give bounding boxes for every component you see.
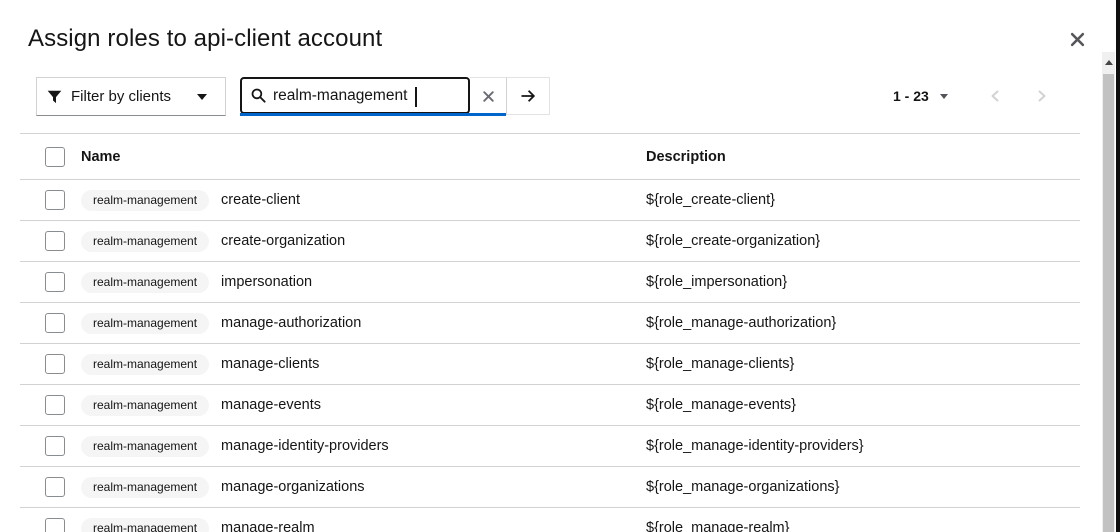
chevron-right-icon [1036,89,1048,103]
arrow-right-icon [520,88,536,104]
scroll-up-button[interactable] [1102,52,1115,72]
filter-dropdown-label: Filter by clients [71,88,172,105]
caret-down-icon [197,93,207,100]
search-submit-button[interactable] [506,77,550,115]
table-body: realm-management create-client ${role_cr… [20,180,1080,532]
assign-roles-modal: Assign roles to api-client account Filte… [0,0,1120,532]
table-row[interactable]: realm-management impersonation ${role_im… [20,262,1080,303]
table-row[interactable]: realm-management manage-authorization ${… [20,303,1080,344]
row-checkbox[interactable] [45,231,65,251]
role-name: impersonation [221,274,313,290]
role-name: manage-realm [221,520,315,532]
vertical-scrollbar[interactable] [1102,52,1115,532]
next-page-button[interactable] [1027,81,1057,111]
pagination: 1 - 23 [893,77,1057,115]
role-name: manage-events [221,397,321,413]
table-row[interactable]: realm-management manage-organizations ${… [20,467,1080,508]
role-description: ${role_create-organization} [646,233,821,249]
row-checkbox[interactable] [45,190,65,210]
select-all-checkbox[interactable] [45,146,65,167]
filter-icon [47,90,62,104]
row-checkbox[interactable] [45,436,65,456]
pagination-range-toggle[interactable]: 1 - 23 [893,88,948,104]
client-badge: realm-management [81,271,210,293]
close-button[interactable] [1062,26,1092,52]
search-input[interactable] [273,86,460,105]
row-checkbox[interactable] [45,477,65,497]
chevron-left-icon [989,89,1001,103]
table-row[interactable]: realm-management manage-events ${role_ma… [20,385,1080,426]
table-row[interactable]: realm-management manage-clients ${role_m… [20,344,1080,385]
role-description: ${role_manage-identity-providers} [646,438,864,454]
row-checkbox[interactable] [45,354,65,374]
column-header-description: Description [646,148,726,165]
search-input-box [240,77,470,114]
row-checkbox[interactable] [45,395,65,415]
clear-search-button[interactable] [470,77,506,114]
role-description: ${role_manage-realm} [646,520,790,532]
role-description: ${role_manage-authorization} [646,315,837,331]
table-row[interactable]: realm-management manage-identity-provide… [20,426,1080,467]
role-description: ${role_create-client} [646,192,775,208]
client-badge: realm-management [81,353,210,375]
modal-backdrop-strip [1116,0,1120,532]
client-badge: realm-management [81,312,210,334]
role-name: create-organization [221,233,346,249]
client-badge: realm-management [81,189,210,211]
client-badge: realm-management [81,394,210,416]
clear-icon [482,90,495,103]
client-badge: realm-management [81,476,210,498]
role-name: create-client [221,192,301,208]
row-checkbox[interactable] [45,518,65,532]
table-row[interactable]: realm-management create-organization ${r… [20,221,1080,262]
close-icon [1070,32,1085,47]
row-checkbox[interactable] [45,313,65,333]
focus-underline [240,113,506,116]
scrollbar-thumb[interactable] [1103,74,1114,532]
role-description: ${role_impersonation} [646,274,788,290]
role-description: ${role_manage-events} [646,397,796,413]
table-header-row: Name Description [20,133,1080,180]
role-description: ${role_manage-clients} [646,356,795,372]
table-row[interactable]: realm-management manage-realm ${role_man… [20,508,1080,532]
triangle-up-icon [1104,59,1113,65]
column-header-name: Name [81,148,121,165]
role-description: ${role_manage-organizations} [646,479,840,495]
table-row[interactable]: realm-management create-client ${role_cr… [20,180,1080,221]
role-name: manage-identity-providers [221,438,389,454]
client-badge: realm-management [81,230,210,252]
roles-table: Name Description realm-management create… [20,133,1080,532]
search-icon [251,88,266,103]
role-name: manage-organizations [221,479,365,495]
modal-title: Assign roles to api-client account [28,25,383,52]
role-name: manage-authorization [221,315,362,331]
search-group [240,77,550,116]
filter-by-clients-dropdown[interactable]: Filter by clients [36,77,226,116]
text-cursor [415,87,417,107]
client-badge: realm-management [81,517,210,532]
role-name: manage-clients [221,356,320,372]
row-checkbox[interactable] [45,272,65,292]
pagination-range-label: 1 - 23 [893,88,929,104]
prev-page-button[interactable] [980,81,1010,111]
client-badge: realm-management [81,435,210,457]
caret-down-icon [939,93,948,99]
